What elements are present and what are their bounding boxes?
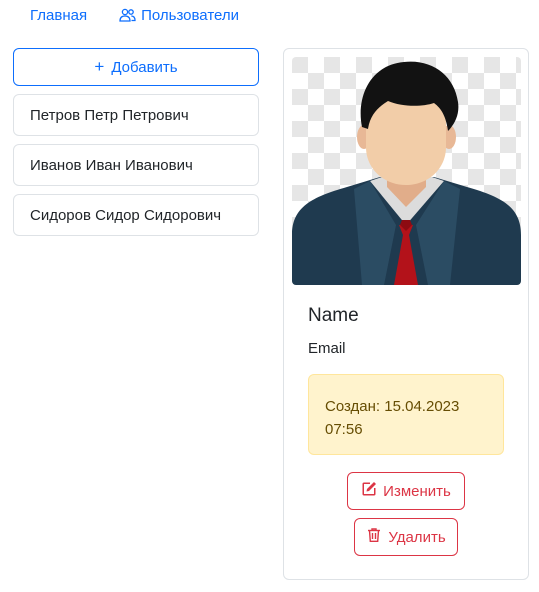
user-list-item[interactable]: Петров Петр Петрович: [13, 94, 259, 136]
user-list-item[interactable]: Сидоров Сидор Сидорович: [13, 194, 259, 236]
user-list-item-label: Иванов Иван Иванович: [30, 156, 193, 174]
created-date: Создан: 15.04.2023: [325, 398, 460, 415]
user-name: Name: [308, 305, 359, 326]
created-alert: Создан: 15.04.2023 07:56: [308, 374, 504, 455]
user-list-item[interactable]: Иванов Иван Иванович: [13, 144, 259, 186]
user-list-item-label: Сидоров Сидор Сидорович: [30, 206, 222, 224]
user-list-item-label: Петров Петр Петрович: [30, 106, 189, 124]
nav-users-label: Пользователи: [141, 6, 239, 24]
pencil-square-icon: [361, 481, 377, 501]
delete-button[interactable]: Удалить: [354, 518, 458, 556]
trash-icon: [366, 527, 382, 547]
add-user-label: Добавить: [111, 58, 178, 76]
user-email: Email: [308, 340, 346, 357]
delete-label: Удалить: [388, 528, 446, 546]
plus-icon: +: [94, 57, 105, 76]
nav-link-home[interactable]: Главная: [30, 7, 87, 24]
edit-label: Изменить: [383, 482, 451, 500]
created-time: 07:56: [325, 421, 363, 438]
nav-home-label: Главная: [30, 6, 88, 24]
top-nav: Главная Пользователи: [30, 5, 239, 25]
user-detail-card: Name Email Создан: 15.04.2023 07:56 Изме…: [283, 48, 529, 580]
people-icon: [119, 8, 136, 22]
edit-button[interactable]: Изменить: [347, 472, 465, 510]
add-user-button[interactable]: + Добавить: [13, 48, 259, 86]
avatar-image: [292, 57, 521, 285]
nav-link-users[interactable]: Пользователи: [119, 7, 239, 24]
user-list-panel: + Добавить Петров Петр Петрович Иванов И…: [13, 48, 259, 236]
